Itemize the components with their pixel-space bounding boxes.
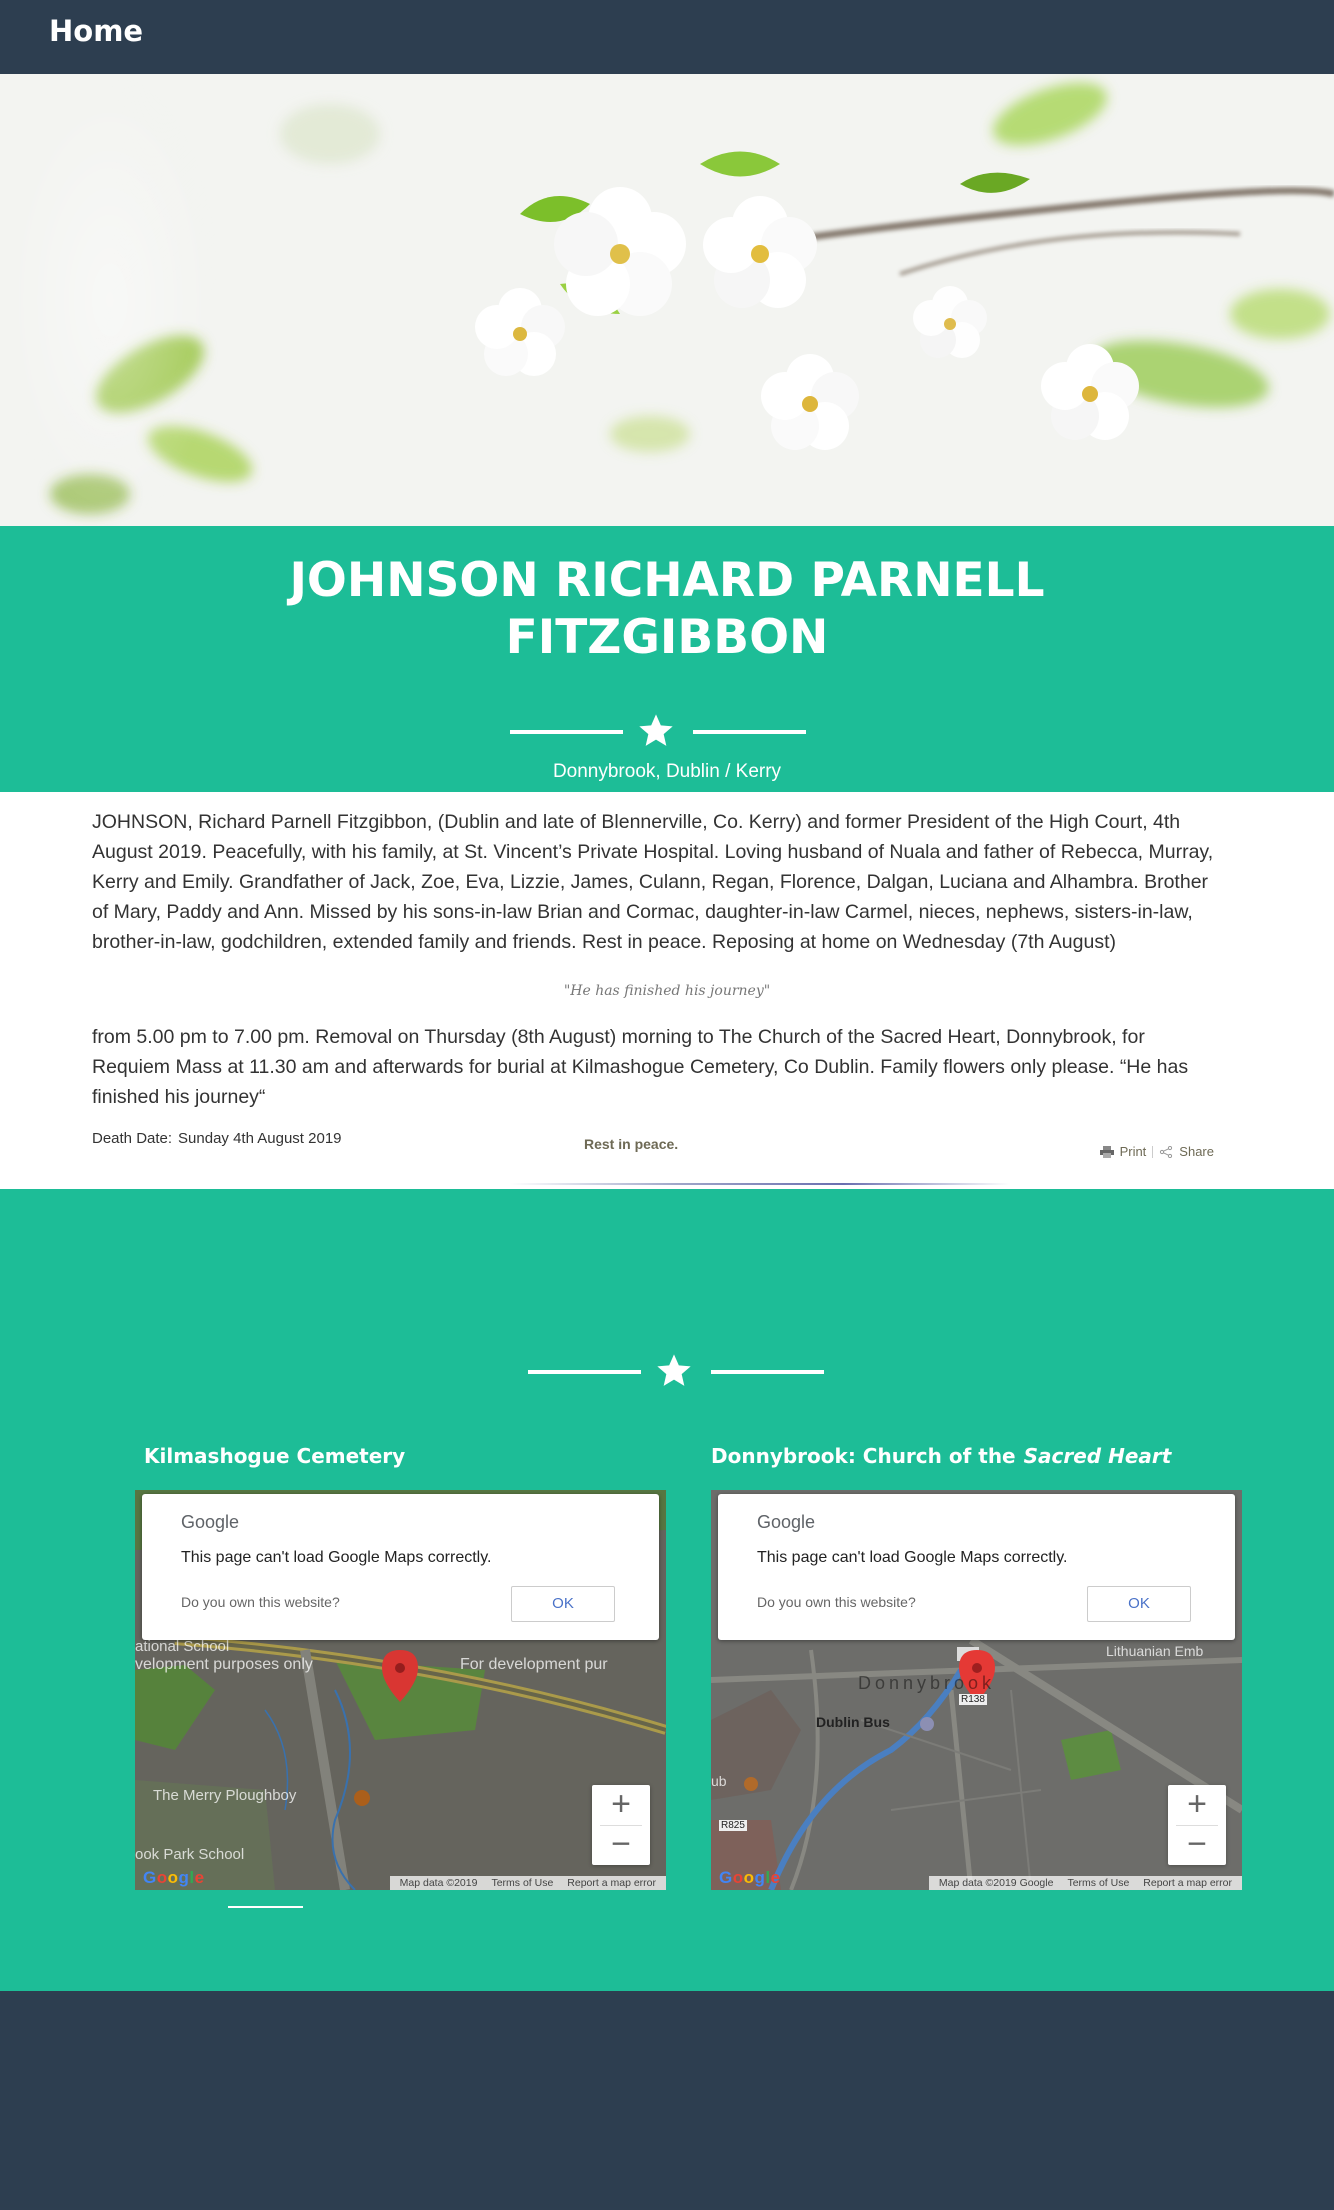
map-footer: Map data ©2019 Terms of Use Report a map… [389, 1876, 666, 1890]
map-label: velopment purposes only [135, 1656, 313, 1673]
maps-ok-button[interactable]: OK [1087, 1586, 1191, 1622]
map-footer: Map data ©2019 Google Terms of Use Repor… [928, 1876, 1242, 1890]
deceased-name-heading: JOHNSON RICHARD PARNELL FITZGIBBON [289, 553, 1045, 665]
maps-error-message: This page can't load Google Maps correct… [181, 1549, 492, 1566]
hero-blossom-image [0, 74, 1334, 526]
home-link[interactable]: Home [49, 14, 143, 48]
map-label: Lithuanian Emb [1106, 1643, 1204, 1659]
death-date-value: Sunday 4th August 2019 [178, 1130, 342, 1147]
star-divider-maps [528, 1351, 828, 1391]
map-label: The Merry Ploughboy [153, 1787, 297, 1804]
divider-line-left [528, 1370, 641, 1374]
zoom-divider [600, 1825, 642, 1826]
divider-line-right [711, 1370, 824, 1374]
map-donnybrook[interactable]: Lithuanian Emb Donnybrook Dublin Bus R13… [711, 1490, 1242, 1890]
divider-line-right [693, 730, 806, 734]
star-icon [639, 714, 673, 746]
divider-line-left [510, 730, 623, 734]
star-icon [657, 1354, 691, 1386]
print-link[interactable]: Print [1120, 1144, 1147, 1159]
star-divider [510, 711, 810, 751]
map-label: Donnybrook [858, 1673, 996, 1693]
notice-actions: Print Share [1099, 1144, 1214, 1159]
death-date-label: Death Date: [92, 1130, 173, 1147]
maps-error-question[interactable]: Do you own this website? [757, 1594, 916, 1610]
notice-paragraph-1: JOHNSON, Richard Parnell Fitzgibbon, (Du… [92, 811, 1214, 953]
google-logo: Google [757, 1512, 816, 1532]
map-label: Dublin Bus [816, 1714, 890, 1730]
top-navbar: Home [0, 0, 1334, 74]
map-title-donnybrook: Donnybrook: Church of the Sacred Heart [711, 1444, 1171, 1468]
maps-error-question[interactable]: Do you own this website? [181, 1594, 340, 1610]
map-label: R138 [959, 1694, 987, 1705]
zoom-control: + − [592, 1785, 650, 1865]
map-kilmashogue[interactable]: ational School velopment purposes only F… [135, 1490, 666, 1890]
map-label: ook Park School [135, 1846, 245, 1863]
maps-section: Kilmashogue Cemetery ational School velo… [0, 1189, 1334, 1991]
zoom-out-button[interactable]: − [592, 1825, 650, 1865]
google-watermark: Google [143, 1868, 205, 1887]
rest-in-peace-text: Rest in peace. [584, 1136, 679, 1152]
map-title-kilmashogue: Kilmashogue Cemetery [144, 1444, 405, 1468]
notice-paragraph-2: from 5.00 pm to 7.00 pm. Removal on Thur… [92, 1026, 1189, 1108]
share-link[interactable]: Share [1179, 1144, 1214, 1159]
location-text: Donnybrook, Dublin / Kerry [552, 761, 782, 782]
map-label: ational School [135, 1638, 230, 1655]
actions-separator [1152, 1145, 1154, 1158]
map-label: For development pur [460, 1656, 608, 1673]
report-error-link[interactable]: Report a map error [567, 1876, 656, 1890]
maps-error-dialog: Google This page can't load Google Maps … [718, 1494, 1235, 1640]
share-icon[interactable] [1159, 1145, 1173, 1158]
map-label: ub [711, 1773, 727, 1789]
google-logo: Google [181, 1512, 240, 1532]
maps-ok-button[interactable]: OK [511, 1586, 615, 1622]
map-title-text: Kilmashogue Cemetery [144, 1444, 406, 1468]
map-data-credit: Map data ©2019 [399, 1877, 478, 1889]
terms-link[interactable]: Terms of Use [491, 1876, 553, 1890]
zoom-out-button[interactable]: − [1168, 1825, 1226, 1865]
zoom-in-button[interactable]: + [592, 1785, 650, 1825]
pull-quote: "He has finished his journey" [563, 983, 771, 999]
map-label: R825 [719, 1820, 747, 1831]
terms-link[interactable]: Terms of Use [1067, 1876, 1129, 1890]
map-data-credit: Map data ©2019 Google [938, 1877, 1054, 1889]
title-band: JOHNSON RICHARD PARNELL FITZGIBBON Donny… [0, 526, 1334, 792]
report-error-link[interactable]: Report a map error [1143, 1876, 1232, 1890]
printer-icon[interactable] [1099, 1145, 1114, 1158]
map-title-emphasis: Sacred Heart [1023, 1444, 1172, 1468]
zoom-control: + − [1168, 1785, 1226, 1865]
maps-error-dialog: Google This page can't load Google Maps … [142, 1494, 659, 1640]
maps-error-message: This page can't load Google Maps correct… [757, 1549, 1068, 1566]
small-underline-decoration [228, 1906, 303, 1908]
notice-bottom-rule [510, 1183, 1010, 1185]
zoom-divider [1176, 1825, 1218, 1826]
google-watermark: Google [719, 1868, 781, 1887]
death-notice: JOHNSON, Richard Parnell Fitzgibbon, (Du… [0, 792, 1334, 1189]
map-title-text: Donnybrook: Church of the [711, 1444, 1016, 1468]
zoom-in-button[interactable]: + [1168, 1785, 1226, 1825]
death-date: Death Date: Sunday 4th August 2019 [92, 1130, 348, 1147]
